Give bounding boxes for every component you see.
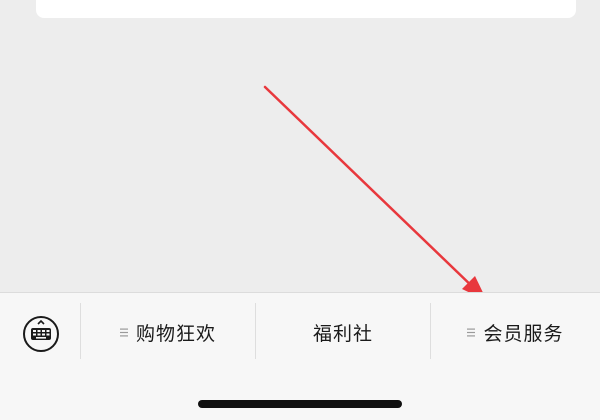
menu-item-label: 会员服务	[483, 322, 564, 345]
message-card	[36, 0, 576, 18]
menu-item-member-service[interactable]: 会员服务	[431, 307, 600, 357]
menu-item-shopping[interactable]: 购物狂欢	[81, 307, 255, 357]
keyboard-icon	[23, 316, 59, 352]
menu-item-welfare[interactable]: 福利社	[256, 307, 430, 357]
menu-item-label: 购物狂欢	[135, 322, 216, 345]
menu-lines-icon	[467, 328, 476, 336]
menu-item-label: 福利社	[312, 322, 373, 345]
home-indicator[interactable]	[198, 400, 402, 408]
keyboard-toggle-button[interactable]	[20, 313, 62, 355]
menu-lines-icon	[119, 328, 128, 336]
